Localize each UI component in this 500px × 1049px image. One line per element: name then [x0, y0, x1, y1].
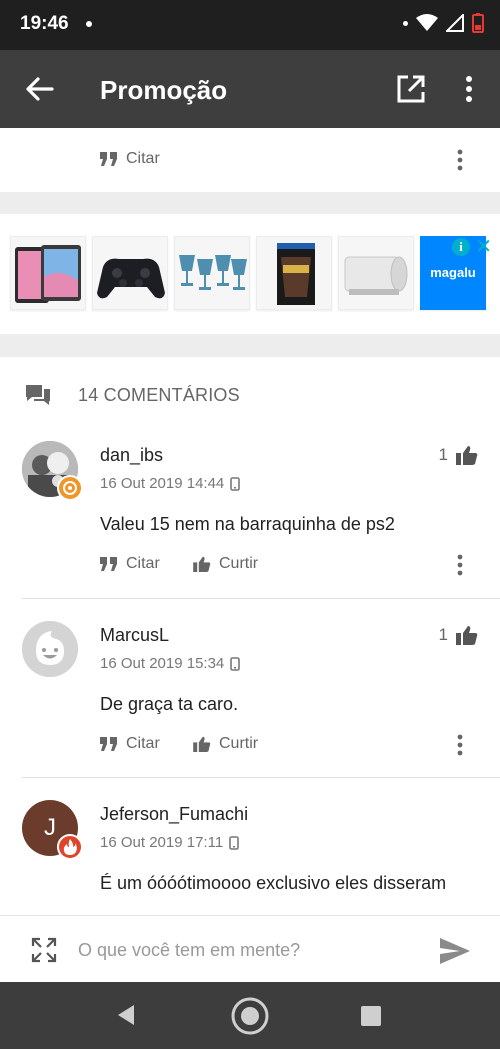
quote-icon [100, 152, 117, 166]
wifi-icon [416, 14, 438, 31]
signal-icon [446, 14, 464, 32]
quote-label: Citar [126, 150, 160, 167]
ad-product-film[interactable] [338, 236, 414, 310]
like-label: Curtir [219, 735, 259, 752]
comment-timestamp: 16 Out 2019 14:44 [100, 475, 225, 492]
gamepad-icon [97, 258, 165, 299]
user-level-badge-icon [57, 475, 83, 501]
previous-post-card: Citar [0, 128, 500, 192]
overflow-menu-icon[interactable] [456, 74, 482, 104]
comment-timestamp: 16 Out 2019 15:34 [100, 655, 225, 672]
comment-input-bar [0, 915, 500, 982]
like-label: Curtir [219, 555, 259, 572]
comment-date: 16 Out 2019 15:34 [100, 655, 241, 672]
ad-product-controller[interactable] [92, 236, 168, 310]
ad-close-icon[interactable]: ✕ [475, 234, 492, 259]
ad-info-icon[interactable]: i [452, 238, 470, 256]
comment-item: MarcusL 16 Out 2019 15:34 1 De graça ta … [0, 621, 500, 801]
comment-like-counter[interactable]: 1 [439, 625, 478, 645]
like-button[interactable]: Curtir [193, 555, 258, 573]
status-bar: 19:46 [0, 0, 500, 50]
thumbs-up-icon [193, 556, 211, 572]
notification-dot-icon [86, 21, 92, 27]
battery-low-icon [472, 13, 484, 33]
thumbs-up-icon [456, 446, 478, 465]
like-count: 1 [438, 445, 448, 464]
nav-home-icon[interactable] [230, 996, 270, 1036]
more-options-icon[interactable] [452, 148, 468, 172]
quote-button[interactable]: Citar [100, 555, 160, 573]
nav-back-icon[interactable] [114, 1003, 138, 1027]
app-bar: Promoção [0, 50, 500, 128]
ad-product-glasses[interactable] [174, 236, 250, 310]
magalu-brand-label: magalu [430, 265, 476, 280]
quote-button[interactable]: Citar [100, 735, 160, 753]
mobile-device-icon [230, 476, 241, 491]
thumbs-up-icon [193, 736, 211, 752]
chat-bubbles-icon [26, 385, 50, 405]
comment-divider [22, 598, 500, 599]
tablet-icon [15, 245, 81, 303]
avatar[interactable] [22, 621, 78, 677]
quote-label: Citar [126, 555, 160, 572]
fire-badge-icon [57, 834, 83, 860]
nav-recents-icon[interactable] [361, 1006, 381, 1026]
status-time: 19:46 [20, 13, 69, 34]
mobile-device-icon [229, 835, 239, 850]
quote-icon [100, 737, 117, 751]
comments-header: 14 COMENTÁRIOS [24, 383, 240, 407]
comment-author[interactable]: Jeferson_Fumachi [100, 804, 248, 825]
expand-icon[interactable] [30, 936, 58, 964]
comments-count: 14 COMENTÁRIOS [78, 384, 240, 405]
mobile-device-icon [230, 656, 241, 671]
send-icon[interactable] [438, 936, 472, 966]
back-arrow-icon[interactable] [22, 72, 56, 106]
comment-text: É um óóóótimoooo exclusivo eles disseram [100, 873, 447, 893]
comment-author[interactable]: dan_ibs [100, 445, 163, 466]
more-options-icon[interactable] [452, 553, 468, 577]
comment-date: 16 Out 2019 14:44 [100, 475, 241, 492]
like-button[interactable]: Curtir [193, 735, 258, 753]
comment-date: 16 Out 2019 17:11 [100, 834, 239, 851]
comment-input[interactable] [78, 930, 418, 970]
like-count: 1 [438, 625, 448, 644]
comment-like-counter[interactable]: 1 [439, 445, 478, 465]
quote-icon [100, 557, 117, 571]
quote-button[interactable]: Citar [100, 150, 160, 168]
status-icons [403, 13, 484, 33]
system-nav-bar [0, 982, 500, 1049]
game-box-icon [277, 243, 315, 305]
open-external-icon[interactable] [395, 73, 427, 105]
comment-timestamp: 16 Out 2019 17:11 [100, 834, 224, 851]
comment-author[interactable]: MarcusL [100, 625, 169, 646]
thumbs-up-icon [456, 626, 478, 645]
comments-section: 14 COMENTÁRIOS dan_ibs 16 Out 2019 14:44… [0, 357, 500, 915]
page-title: Promoção [100, 75, 228, 105]
comment-item: J Jeferson_Fumachi 16 Out 2019 17:11 É u… [0, 800, 500, 915]
ad-product-game[interactable] [256, 236, 332, 310]
ad-product-tablet[interactable] [10, 236, 86, 310]
ad-banner[interactable]: magalu i ✕ [0, 214, 500, 334]
notification-dot-icon [403, 20, 408, 26]
comment-text: Valeu 15 nem na barraquinha de ps2 [100, 514, 395, 534]
quote-label: Citar [126, 735, 160, 752]
comment-text: De graça ta caro. [100, 694, 239, 714]
more-options-icon[interactable] [452, 733, 468, 757]
film-roll-icon [344, 256, 408, 295]
glasses-icon [179, 255, 247, 290]
comment-divider [22, 777, 500, 778]
comment-item: dan_ibs 16 Out 2019 14:44 1 Valeu 15 nem… [0, 441, 500, 621]
smiley-avatar-icon [22, 621, 78, 677]
